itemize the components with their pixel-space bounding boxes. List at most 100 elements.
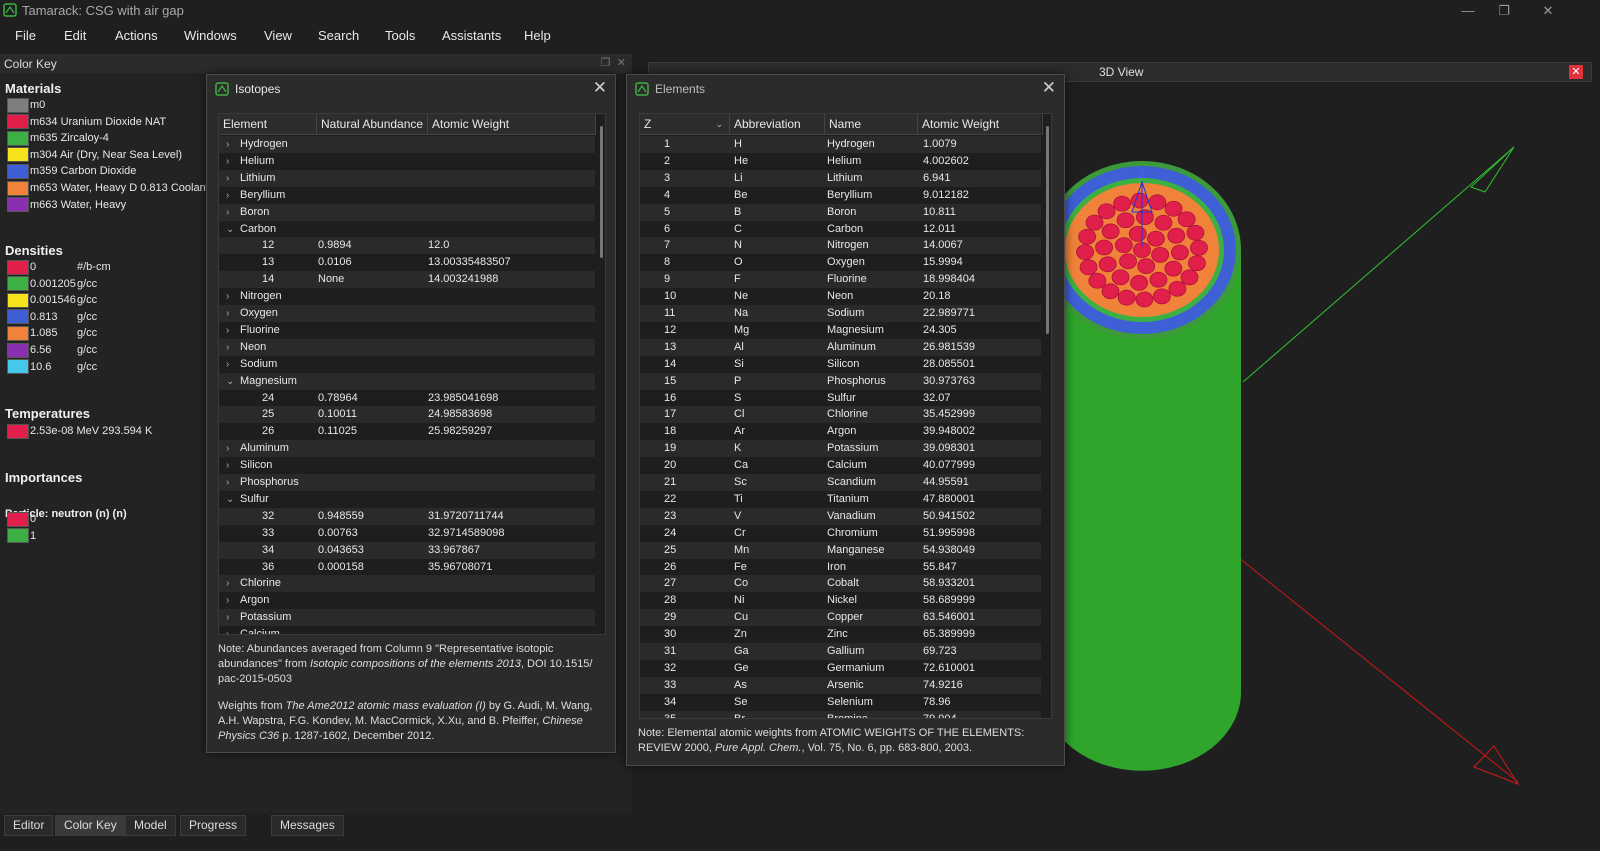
isotopes-scrollbar[interactable] <box>600 126 603 258</box>
chevron-right-icon[interactable]: › <box>226 474 229 491</box>
chevron-right-icon[interactable]: › <box>226 288 229 305</box>
menu-assistants[interactable]: Assistants <box>442 28 501 43</box>
isotope-row[interactable]: 12 0.9894 12.0 <box>219 237 595 255</box>
chevron-right-icon[interactable]: › <box>226 339 229 356</box>
element-tree-row[interactable]: › Argon <box>219 592 595 610</box>
col-natural-abundance[interactable]: Natural Abundance <box>317 114 428 135</box>
element-row[interactable]: 2 He Helium 4.002602 <box>640 152 1041 170</box>
element-row[interactable]: 33 As Arsenic 74.9216 <box>640 676 1041 694</box>
menu-search[interactable]: Search <box>318 28 359 43</box>
element-row[interactable]: 13 Al Aluminum 26.981539 <box>640 338 1041 356</box>
menu-edit[interactable]: Edit <box>64 28 86 43</box>
element-row[interactable]: 17 Cl Chlorine 35.452999 <box>640 406 1041 424</box>
chevron-right-icon[interactable]: › <box>226 440 229 457</box>
menu-view[interactable]: View <box>264 28 292 43</box>
chevron-right-icon[interactable]: › <box>226 170 229 187</box>
element-tree-row[interactable]: › Boron <box>219 203 595 221</box>
menu-file[interactable]: File <box>15 28 36 43</box>
element-row[interactable]: 14 Si Silicon 28.085501 <box>640 355 1041 373</box>
chevron-right-icon[interactable]: › <box>226 609 229 626</box>
element-row[interactable]: 29 Cu Copper 63.546001 <box>640 609 1041 627</box>
tab-messages[interactable]: Messages <box>271 815 344 836</box>
col-name[interactable]: Name <box>825 114 918 135</box>
element-tree-row[interactable]: › Sodium <box>219 355 595 373</box>
menu-windows[interactable]: Windows <box>184 28 237 43</box>
element-row[interactable]: 35 Br Bromine 79.904 <box>640 710 1041 718</box>
chevron-right-icon[interactable]: › <box>226 356 229 373</box>
isotopes-title-bar[interactable]: Isotopes ✕ <box>207 75 615 103</box>
col-atomic-weight[interactable]: Atomic Weight <box>918 114 1043 135</box>
element-row[interactable]: 24 Cr Chromium 51.995998 <box>640 524 1041 542</box>
chevron-right-icon[interactable]: › <box>226 457 229 474</box>
element-row[interactable]: 22 Ti Titanium 47.880001 <box>640 490 1041 508</box>
element-row[interactable]: 27 Co Cobalt 58.933201 <box>640 575 1041 593</box>
isotope-row[interactable]: 26 0.11025 25.98259297 <box>219 423 595 441</box>
isotope-row[interactable]: 33 0.00763 32.9714589098 <box>219 524 595 542</box>
element-row[interactable]: 15 P Phosphorus 30.973763 <box>640 372 1041 390</box>
chevron-right-icon[interactable]: › <box>226 322 229 339</box>
element-tree-row[interactable]: › Hydrogen <box>219 136 595 153</box>
element-row[interactable]: 20 Ca Calcium 40.077999 <box>640 457 1041 475</box>
col-z[interactable]: Z ⌄ <box>640 114 730 135</box>
element-row[interactable]: 32 Ge Germanium 72.610001 <box>640 659 1041 677</box>
element-tree-row[interactable]: › Silicon <box>219 457 595 475</box>
chevron-right-icon[interactable]: › <box>226 305 229 322</box>
element-row[interactable]: 30 Zn Zinc 65.389999 <box>640 626 1041 644</box>
element-row[interactable]: 26 Fe Iron 55.847 <box>640 558 1041 576</box>
tab-model[interactable]: Model <box>125 815 176 836</box>
minimize-icon[interactable]: — <box>1448 1 1488 21</box>
element-row[interactable]: 6 C Carbon 12.011 <box>640 220 1041 238</box>
element-row[interactable]: 25 Mn Manganese 54.938049 <box>640 541 1041 559</box>
isotope-row[interactable]: 32 0.948559 31.9720711744 <box>219 507 595 525</box>
element-row[interactable]: 5 B Boron 10.811 <box>640 203 1041 221</box>
isotope-row[interactable]: 13 0.0106 13.00335483507 <box>219 254 595 272</box>
chevron-right-icon[interactable]: › <box>226 187 229 204</box>
element-tree-row[interactable]: › Aluminum <box>219 440 595 458</box>
element-row[interactable]: 23 V Vanadium 50.941502 <box>640 507 1041 525</box>
element-row[interactable]: 12 Mg Magnesium 24.305 <box>640 321 1041 339</box>
elements-table[interactable]: Z ⌄ Abbreviation Name Atomic Weight 1 H Hyd… <box>639 113 1052 719</box>
element-row[interactable]: 31 Ga Gallium 69.723 <box>640 643 1041 660</box>
element-row[interactable]: 7 N Nitrogen 14.0067 <box>640 237 1041 255</box>
element-tree-row[interactable]: › Beryllium <box>219 186 595 204</box>
element-tree-row[interactable]: ⌄ Carbon <box>219 220 595 238</box>
isotope-row[interactable]: 14 None 14.003241988 <box>219 271 595 289</box>
element-tree-row[interactable]: › Fluorine <box>219 321 595 339</box>
element-row[interactable]: 1 H Hydrogen 1.0079 <box>640 136 1041 153</box>
chevron-right-icon[interactable]: › <box>226 575 229 592</box>
element-row[interactable]: 21 Sc Scandium 44.95591 <box>640 474 1041 491</box>
close-icon[interactable]: ✕ <box>1569 65 1583 79</box>
element-tree-row[interactable]: › Phosphorus <box>219 474 595 491</box>
element-tree-row[interactable]: ⌄ Sulfur <box>219 490 595 508</box>
isotope-row[interactable]: 25 0.10011 24.98583698 <box>219 406 595 424</box>
element-row[interactable]: 28 Ni Nickel 58.689999 <box>640 592 1041 610</box>
chevron-down-icon[interactable]: ⌄ <box>226 491 234 508</box>
restore-icon[interactable]: ❐ <box>1484 1 1524 21</box>
element-tree-row[interactable]: › Potassium <box>219 609 595 627</box>
element-row[interactable]: 10 Ne Neon 20.18 <box>640 288 1041 306</box>
element-tree-row[interactable]: › Chlorine <box>219 575 595 593</box>
elements-scrollbar[interactable] <box>1046 126 1049 334</box>
col-abbreviation[interactable]: Abbreviation <box>730 114 825 135</box>
element-row[interactable]: 11 Na Sodium 22.989771 <box>640 305 1041 322</box>
chevron-right-icon[interactable]: › <box>226 136 229 153</box>
isotope-row[interactable]: 24 0.78964 23.985041698 <box>219 389 595 407</box>
elements-title-bar[interactable]: Elements ✕ <box>627 75 1064 103</box>
tab-color-key[interactable]: Color Key <box>55 815 126 836</box>
chevron-right-icon[interactable]: › <box>226 626 229 634</box>
tab-progress[interactable]: Progress <box>180 815 247 836</box>
element-row[interactable]: 9 F Fluorine 18.998404 <box>640 271 1041 289</box>
element-tree-row[interactable]: › Helium <box>219 152 595 170</box>
element-row[interactable]: 4 Be Beryllium 9.012182 <box>640 186 1041 204</box>
isotope-row[interactable]: 34 0.043653 33.967867 <box>219 541 595 559</box>
close-window-icon[interactable]: ✕ <box>1528 1 1568 21</box>
element-row[interactable]: 3 Li Lithium 6.941 <box>640 169 1041 187</box>
isotopes-table[interactable]: Element Natural Abundance Atomic Weight … <box>218 113 606 635</box>
chevron-down-icon[interactable]: ⌄ <box>226 373 234 390</box>
dock-float-close-icons[interactable]: ❐ ✕ <box>601 56 626 69</box>
close-icon[interactable]: ✕ <box>1042 78 1056 98</box>
element-tree-row[interactable]: › Calcium <box>219 626 595 634</box>
close-icon[interactable]: ✕ <box>593 78 607 98</box>
element-tree-row[interactable]: › Lithium <box>219 169 595 187</box>
element-row[interactable]: 18 Ar Argon 39.948002 <box>640 423 1041 441</box>
